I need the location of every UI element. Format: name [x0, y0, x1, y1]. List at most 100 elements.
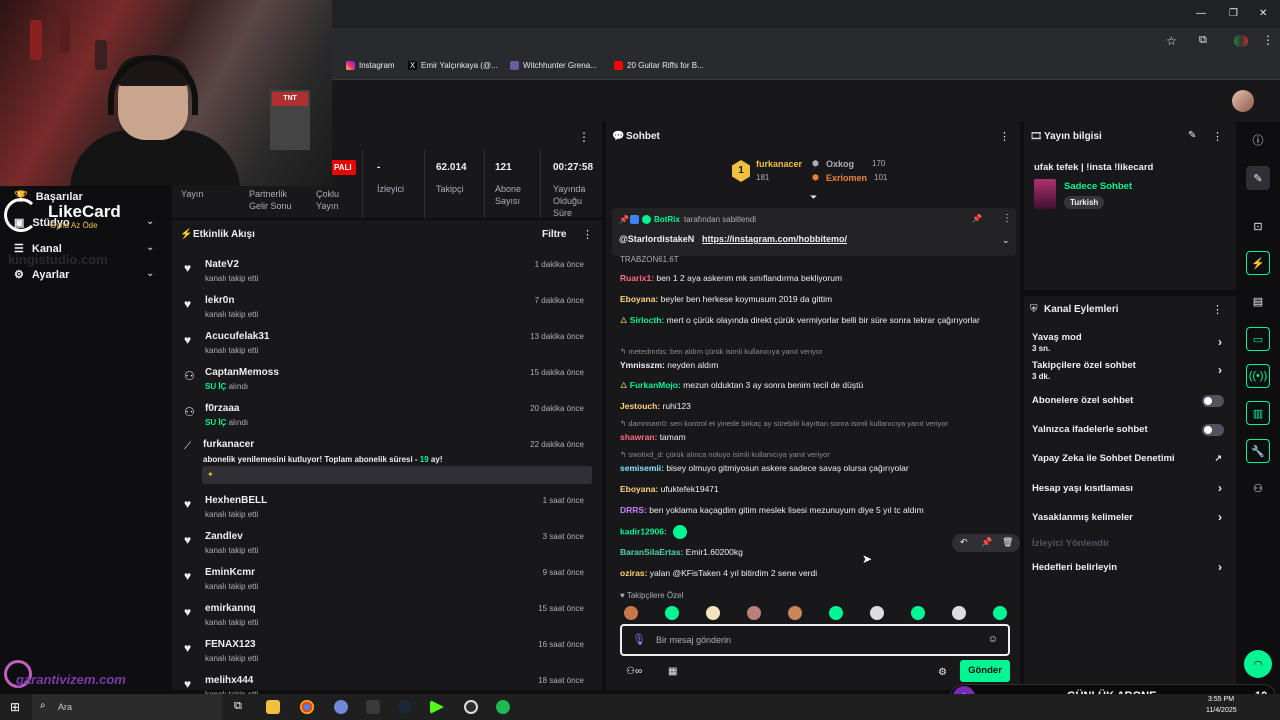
feed-username[interactable]: NateV2	[205, 259, 239, 270]
feed-item[interactable]: ♥ emirkannq kanalı takip etti 15 saat önce	[184, 600, 594, 636]
bookmark-youtube[interactable]: 20 Guitar Riffs for B...	[614, 61, 704, 70]
chat-username[interactable]: Jestouch:	[620, 401, 660, 411]
chat-username[interactable]: oziras:	[620, 568, 647, 578]
feed-item[interactable]: ♥ HexhenBELL kanalı takip etti 1 saat önce	[184, 492, 594, 528]
chat-username[interactable]: Ymnisszm:	[620, 360, 665, 370]
language-tag[interactable]: Turkish	[1064, 196, 1105, 209]
spotify-icon[interactable]	[496, 700, 510, 714]
leader-first-name[interactable]: furkanacer	[756, 159, 802, 169]
chat-message[interactable]: Eboyana: ufuktefek19471	[620, 483, 1010, 496]
minimize-icon[interactable]: —	[1196, 8, 1206, 19]
chat-username[interactable]: FurkanMojo:	[630, 380, 681, 390]
kick-icon[interactable]	[430, 700, 444, 714]
edit-icon[interactable]: ✎	[1246, 166, 1270, 190]
lightning-icon[interactable]: ⚡	[1246, 251, 1270, 275]
pinned-link[interactable]: https://instagram.com/hobbitemo/	[702, 234, 847, 244]
emote-icon[interactable]	[993, 606, 1007, 620]
emote-icon[interactable]	[829, 606, 843, 620]
info-icon[interactable]: ⓘ	[1246, 128, 1270, 152]
emote-icon[interactable]	[624, 606, 638, 620]
feed-item[interactable]: ♥ NateV2 kanalı takip etti 1 dakika önce	[184, 256, 594, 292]
crop-icon[interactable]: ⊡	[1246, 214, 1270, 238]
pin-icon[interactable]: 📌	[981, 537, 992, 548]
emote-icon[interactable]	[665, 606, 679, 620]
channel-action-row[interactable]: Yalnızca ifadelerle sohbet	[1032, 424, 1228, 436]
star-icon[interactable]: ☆	[1166, 34, 1177, 48]
chat-username[interactable]: kadir12906:	[620, 526, 667, 536]
leaderboard-expand-icon[interactable]: ⏷	[810, 192, 817, 203]
feed-username[interactable]: HexhenBELL	[205, 495, 267, 506]
user-avatar[interactable]	[1232, 90, 1254, 112]
feed-username[interactable]: CaptanMemoss	[205, 367, 279, 378]
chevron-down-icon[interactable]: ⌄	[146, 216, 154, 227]
profile-avatar[interactable]	[1234, 35, 1248, 47]
reply-icon[interactable]: ↶	[960, 537, 968, 548]
support-icon[interactable]: ◠	[1244, 650, 1272, 678]
chat-username[interactable]: BaranSilaErtas:	[620, 547, 683, 557]
channel-action-row[interactable]: Hesap yaşı kısıtlaması ›	[1032, 481, 1228, 495]
chat-message[interactable]: semisemii: bisey olmuyo gitmiyosun asker…	[620, 462, 1010, 475]
chat-input[interactable]: 🎙 Bir mesaj gönderin ☺	[620, 624, 1010, 656]
bookmark-witchhunter[interactable]: Witchhunter Grena...	[510, 61, 597, 70]
feed-item[interactable]: ♥ Acucufelak31 kanalı takip etti 13 dakika …	[184, 328, 594, 364]
chevron-right-icon[interactable]: ›	[1218, 363, 1222, 377]
toggle-switch[interactable]	[1202, 424, 1224, 436]
feed-username[interactable]: emirkannq	[205, 603, 256, 614]
channel-action-row[interactable]: Yapay Zeka ile Sohbet Denetimi ↗	[1032, 453, 1228, 464]
app-icon[interactable]	[366, 700, 380, 714]
channel-action-row[interactable]: Abonelere özel sohbet	[1032, 395, 1228, 407]
chat-message[interactable]: DRRS: ben yoklama kaçagdim gitim meslek …	[620, 504, 1010, 517]
chat-message[interactable]: kadir12906:	[620, 525, 1010, 539]
emoji-icon[interactable]: ☺	[988, 634, 998, 645]
chevron-down-icon[interactable]: ⌄	[146, 242, 154, 253]
wrench-icon[interactable]: 🔧	[1246, 439, 1270, 463]
bookmark-x[interactable]: X Emir Yalçınkaya (@...	[408, 61, 498, 70]
chat-more-icon[interactable]: ⋮	[999, 130, 1010, 143]
feed-item[interactable]: ⚇ CaptanMemoss SU İÇ alındı 15 dakika önce	[184, 364, 594, 400]
chrome-icon[interactable]	[300, 700, 314, 714]
leader-second-name[interactable]: Oxkog	[826, 159, 854, 169]
chevron-right-icon[interactable]: ›	[1218, 481, 1222, 495]
feed-username[interactable]: lekr0n	[205, 295, 234, 306]
emote-icon[interactable]	[706, 606, 720, 620]
task-view-icon[interactable]: ⧉	[234, 700, 242, 713]
feed-username[interactable]: Acucufelak31	[205, 331, 269, 342]
users-icon[interactable]: ⚇	[1246, 476, 1270, 500]
chevron-down-icon[interactable]: ⌄	[1002, 235, 1010, 246]
document-icon[interactable]: ▤	[1246, 289, 1270, 313]
pinned-more-icon[interactable]: ⋮	[1002, 213, 1012, 224]
chat-username[interactable]: Eboyana:	[620, 484, 658, 494]
actions-more-icon[interactable]: ⋮	[1212, 303, 1223, 316]
info-more-icon[interactable]: ⋮	[1212, 130, 1223, 143]
emote-icon[interactable]	[788, 606, 802, 620]
category-thumbnail[interactable]	[1034, 179, 1056, 209]
file-explorer-icon[interactable]	[266, 700, 280, 714]
channel-action-row[interactable]: Hedefleri belirleyin ›	[1032, 560, 1228, 574]
nav-settings[interactable]: ⚙ Ayarlar	[14, 268, 69, 282]
feed-item[interactable]: ♥ Zandlev kanalı takip etti 3 saat önce	[184, 528, 594, 564]
layout-icon[interactable]: ▥	[1246, 401, 1270, 425]
chat-message[interactable]: Eboyana: beyler ben herkese koymusum 201…	[620, 293, 1010, 306]
chevron-right-icon[interactable]: ›	[1218, 560, 1222, 574]
chat-message[interactable]: Ruarix1: ben 1 2 aya askerım mk sınıflan…	[620, 272, 1010, 285]
emote-icon[interactable]	[952, 606, 966, 620]
taskbar-search[interactable]: ⌕ Ara	[32, 694, 222, 720]
more-icon[interactable]: ⋮	[1262, 33, 1274, 47]
chat-message[interactable]: BaranSilaErtas: Emir1.60200kg	[620, 546, 1010, 559]
filter-button[interactable]: Filtre	[542, 229, 566, 240]
feed-username[interactable]: f0rzaaa	[205, 403, 239, 414]
chat-username[interactable]: Eboyana:	[620, 294, 658, 304]
chat-username[interactable]: Sirlocth:	[630, 315, 664, 325]
stats-more-icon[interactable]: ⋮	[578, 130, 590, 144]
toggle-switch[interactable]	[1202, 395, 1224, 407]
chevron-right-icon[interactable]: ›	[1218, 335, 1222, 349]
chat-message[interactable]: oziras: yalan @KFisTaken 4 yıl bitirdim …	[620, 567, 1010, 580]
chat-message[interactable]: Ymnisszm: neyden aldım	[620, 359, 1010, 372]
feed-item[interactable]: ⚇ f0rzaaa SU İÇ alındı 20 dakika önce	[184, 400, 594, 436]
chevron-down-icon[interactable]: ⌄	[146, 268, 154, 279]
chat-message[interactable]: shawran: tamam	[620, 431, 1010, 444]
steam-icon[interactable]	[398, 700, 412, 714]
feed-more-icon[interactable]: ⋮	[582, 228, 593, 241]
chat-icon[interactable]: ▭	[1246, 327, 1270, 351]
channel-action-row[interactable]: Takipçilere özel sohbet 3 dk. ›	[1032, 360, 1228, 381]
